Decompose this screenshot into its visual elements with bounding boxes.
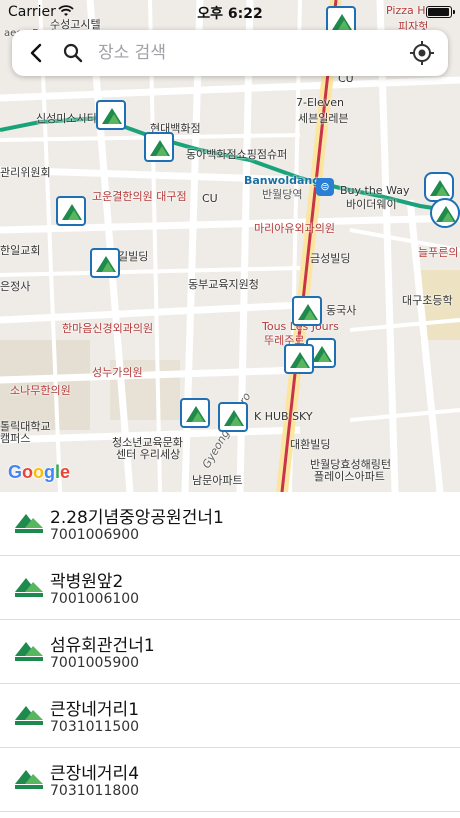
map-label: 관리위원회 [0, 166, 51, 179]
locate-icon [410, 41, 434, 65]
daegu-logo-icon [15, 514, 43, 533]
bus-stop-pin[interactable] [96, 100, 126, 130]
bus-stop-pin[interactable] [180, 398, 210, 428]
map-label: 길빌딩 [118, 250, 149, 263]
daegu-logo-icon [15, 578, 43, 597]
stop-code: 7001005900 [50, 655, 140, 671]
bus-stop-pin[interactable] [430, 198, 460, 228]
map-label: 대환빌딩 [290, 438, 331, 451]
list-item[interactable]: 섬유회관건너1 7001005900 [0, 620, 460, 684]
bus-stop-pin[interactable] [424, 172, 454, 202]
map-label: 동국사 [326, 304, 357, 317]
stop-code: 7001006900 [50, 527, 140, 543]
map-label: 고운결한의원 대구점 [92, 190, 187, 203]
google-logo: Google [8, 462, 71, 482]
map-label: 세븐일레븐 [298, 112, 349, 125]
search-input[interactable] [98, 38, 398, 68]
map-label: 바이더웨이 [346, 198, 397, 211]
back-button[interactable] [22, 39, 50, 67]
map-label: 한마음신경외과의원 [62, 322, 154, 335]
battery-icon [426, 6, 455, 18]
map-label: 남문아파트 [192, 474, 243, 487]
daegu-logo-icon [15, 706, 43, 725]
stop-code: 7001006100 [50, 591, 140, 607]
map-label: 동아백화점쇼핑점슈퍼 [186, 148, 288, 161]
map-label: 마리아유외과의원 [254, 222, 335, 235]
bus-stop-list: 2.28기념중앙공원건너1 7001006900 곽병원앞2 700100610… [0, 492, 460, 818]
stop-name: 큰장네거리4 [50, 764, 140, 784]
map-label: 한일교회 [0, 244, 41, 257]
list-item[interactable]: 큰장네거리1 7031011500 [0, 684, 460, 748]
list-item[interactable]: 큰장네거리4 7031011800 [0, 748, 460, 812]
bus-stop-pin[interactable] [90, 248, 120, 278]
current-location-button[interactable] [408, 39, 436, 67]
stop-name: 2.28기념중앙공원건너1 [50, 508, 224, 528]
map-label: 반월당역 [262, 188, 303, 201]
map-label: 동부교육지원청 [188, 278, 259, 291]
map-label: K HUB SKY [254, 410, 313, 423]
subway-icon: ⊜ [316, 178, 334, 196]
stop-name: 곽병원앞2 [50, 572, 124, 592]
map-label: 7-Eleven [296, 96, 344, 109]
stop-code: 7031011800 [50, 783, 140, 799]
stop-code: 7031011500 [50, 719, 140, 735]
map-label: 대구초등학 [402, 294, 453, 307]
search-icon [62, 42, 84, 64]
map-label: 소나무한의원 [10, 384, 71, 397]
bus-stop-pin[interactable] [284, 344, 314, 374]
daegu-logo-icon [15, 770, 43, 789]
map-label: 금성빌딩 [310, 252, 351, 265]
map-label: 은정사 [0, 280, 31, 293]
clock: 오후 6:22 [197, 6, 263, 22]
map-label: 늘푸른의 [418, 246, 459, 259]
bus-stop-pin[interactable] [218, 402, 248, 432]
search-bar [12, 30, 448, 76]
bus-stop-pin[interactable] [144, 132, 174, 162]
chevron-left-icon [30, 43, 42, 63]
stop-name: 섬유회관건너1 [50, 636, 155, 656]
daegu-logo-icon [15, 642, 43, 661]
bus-stop-pin[interactable] [56, 196, 86, 226]
status-bar: Carrier 오후 6:22 [0, 0, 460, 24]
list-item[interactable]: 2.28기념중앙공원건너1 7001006900 [0, 492, 460, 556]
map-label: 신성미소시티 [36, 112, 97, 125]
stop-name: 큰장네거리1 [50, 700, 140, 720]
map-label: 플레이스아파트 [314, 470, 385, 483]
map-label: 성누가의원 [92, 366, 143, 379]
map-label: 센터 우리세상 [116, 448, 181, 461]
map-label: 캠퍼스 [0, 432, 31, 445]
map-label: CU [202, 192, 218, 205]
list-item[interactable]: 곽병원앞2 7001006100 [0, 556, 460, 620]
bus-stop-pin[interactable] [292, 296, 322, 326]
